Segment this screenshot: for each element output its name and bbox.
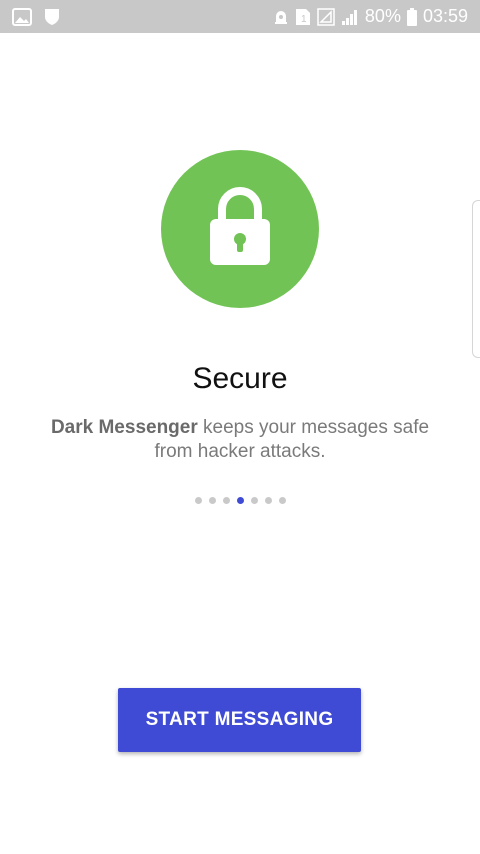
page-dot (194, 497, 202, 504)
signal-icon (341, 8, 359, 26)
battery-percent: 80% (364, 6, 401, 26)
page-title: Secure (192, 362, 288, 395)
hero-circle (161, 150, 319, 308)
page-indicator (0, 497, 480, 504)
brand-name: Dark Messenger (50, 417, 198, 438)
page-dot (222, 497, 230, 504)
lock-icon (208, 186, 272, 272)
page-dot (278, 497, 286, 504)
page-dot (208, 497, 216, 504)
status-bar: 1 80% 03:59 (0, 0, 480, 33)
clock: 03:59 (422, 6, 468, 26)
sim-icon: 1 (295, 8, 311, 26)
status-left (12, 7, 60, 26)
page-dot (250, 497, 258, 504)
sim-label: 1 (301, 14, 307, 25)
no-signal-box-icon (317, 7, 335, 26)
gallery-icon (12, 7, 32, 26)
battery-icon (406, 7, 417, 26)
start-messaging-button[interactable]: START MESSAGING (118, 688, 361, 752)
page-dot (264, 497, 272, 504)
status-right: 1 80% 03:59 (273, 6, 468, 27)
page-description: Dark Messenger keeps your messages safe … (40, 416, 440, 464)
alarm-icon (273, 8, 289, 26)
page-dot-active (236, 497, 244, 504)
edge-panel-handle[interactable] (472, 200, 480, 358)
shield-icon (44, 8, 60, 26)
